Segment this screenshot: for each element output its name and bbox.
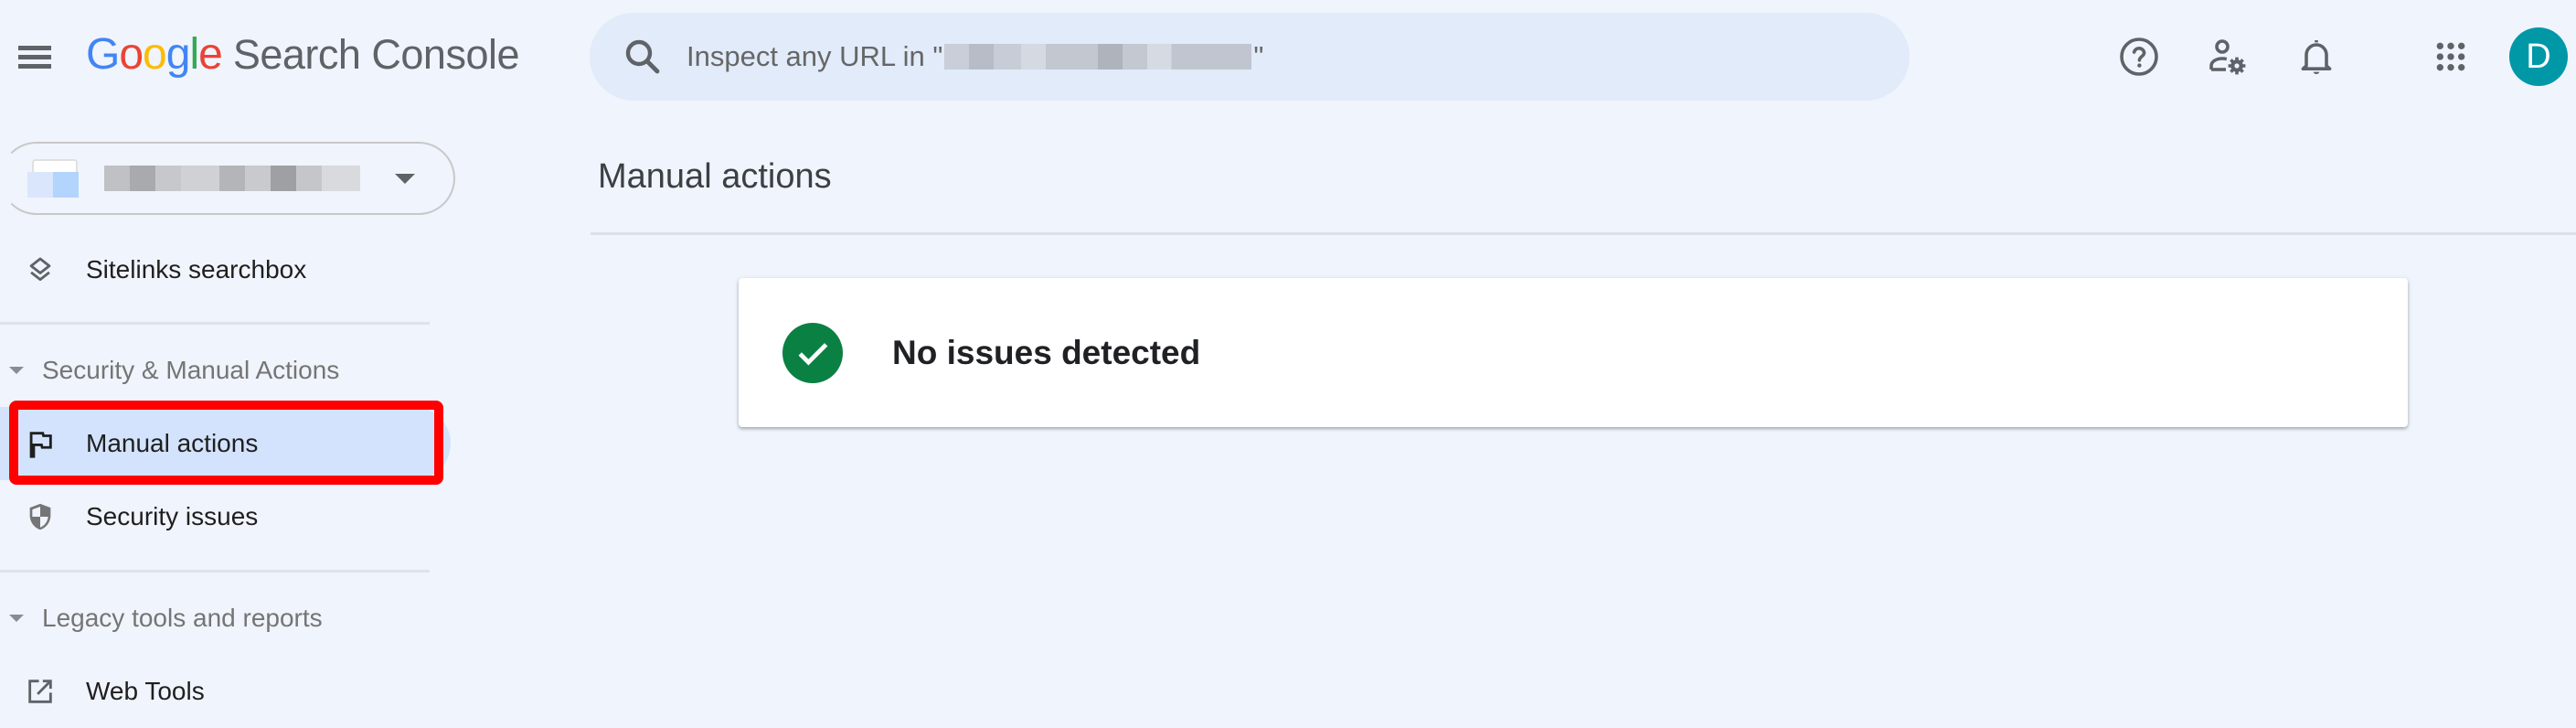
logo-letter: e: [198, 30, 223, 79]
logo-letter: g: [165, 30, 191, 79]
hamburger-menu-icon-bar: [18, 55, 51, 59]
logo-letter: l: [189, 30, 199, 79]
url-inspection-search[interactable]: Inspect any URL in " ": [590, 13, 1910, 101]
placeholder-suffix: ": [1253, 40, 1264, 72]
sidebar-item-label: Security issues: [86, 502, 259, 530]
section-security-manual-actions[interactable]: Security & Manual Actions: [0, 348, 339, 393]
search-placeholder: Inspect any URL in " ": [687, 40, 1263, 73]
google-apps-button[interactable]: [2422, 27, 2480, 86]
shield-icon: [22, 498, 59, 535]
caret-down-icon: [9, 367, 24, 374]
favicon-part: [27, 172, 53, 198]
notifications-button[interactable]: [2287, 27, 2346, 86]
section-label: Legacy tools and reports: [42, 604, 323, 632]
section-legacy-tools[interactable]: Legacy tools and reports: [0, 595, 323, 641]
main-menu-button[interactable]: [15, 40, 55, 73]
status-message: No issues detected: [892, 333, 1201, 371]
product-name: Search Console: [232, 31, 520, 78]
sidebar-divider: [0, 570, 430, 573]
apps-grid-icon: [2436, 42, 2465, 71]
hamburger-menu-icon: [18, 46, 51, 50]
sidebar-item-manual-actions[interactable]: Manual actions: [0, 407, 451, 480]
sidebar-item-web-tools[interactable]: Web Tools: [0, 655, 451, 728]
sidebar-item-label: Manual actions: [86, 429, 259, 457]
placeholder-prefix: Inspect any URL in ": [687, 40, 943, 72]
page-title: Manual actions: [598, 157, 832, 196]
property-selector[interactable]: [0, 142, 455, 215]
hamburger-menu-icon-bar: [18, 64, 51, 69]
search-console-logo[interactable]: Google Search Console: [86, 29, 520, 84]
logo-letter: G: [86, 30, 120, 79]
logo-letter: o: [143, 30, 167, 79]
sidebar-item-sitelinks-searchbox[interactable]: Sitelinks searchbox: [0, 233, 451, 306]
sidebar-divider: [0, 322, 430, 325]
user-settings-icon: [2209, 39, 2246, 75]
title-divider: [591, 232, 2576, 235]
google-wordmark: Google: [86, 29, 223, 80]
account-avatar[interactable]: D: [2509, 27, 2568, 86]
redacted-property-name: [104, 166, 360, 191]
sidebar-item-label: Web Tools: [86, 677, 205, 705]
flag-icon: [22, 425, 59, 462]
sidebar-item-label: Sitelinks searchbox: [86, 255, 307, 284]
help-icon: [2120, 37, 2158, 76]
favicon-part: [53, 172, 79, 198]
redacted-property-url: [944, 44, 1252, 70]
chevron-down-icon: [395, 173, 415, 184]
status-card: No issues detected: [739, 278, 2408, 427]
sidebar-item-security-issues[interactable]: Security issues: [0, 480, 451, 553]
search-icon: [625, 39, 660, 74]
caret-down-icon: [9, 615, 24, 622]
property-favicon: [27, 159, 79, 198]
check-circle-icon: [782, 322, 843, 383]
user-settings-button[interactable]: [2198, 27, 2257, 86]
notifications-bell-icon: [2301, 40, 2332, 75]
logo-letter: o: [119, 30, 144, 79]
section-label: Security & Manual Actions: [42, 356, 340, 384]
open-in-new-icon: [22, 673, 59, 710]
layers-icon: [22, 252, 59, 288]
help-button[interactable]: [2110, 27, 2168, 86]
